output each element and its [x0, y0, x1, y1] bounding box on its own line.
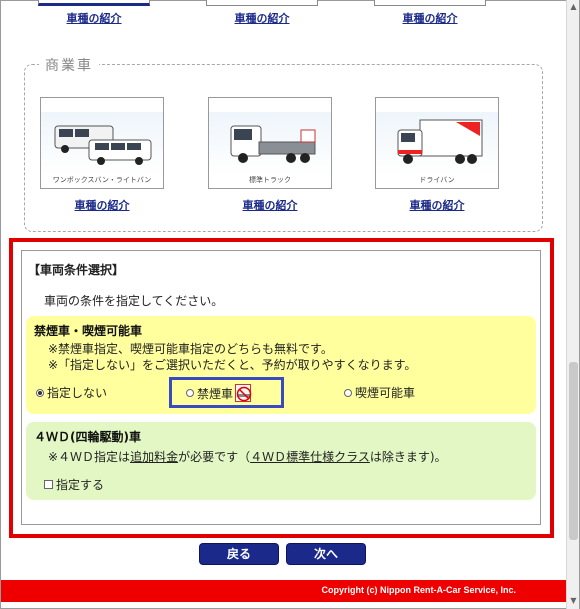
vehicle-caption: ワンボックスバン・ライトバン [52, 176, 152, 184]
vehicle-intro-link[interactable]: 車種の紹介 [40, 197, 164, 213]
vehicle-intro-link[interactable]: 車種の紹介 [208, 197, 332, 213]
footer: Copyright (c) Nippon Rent-A-Car Service,… [1, 580, 566, 602]
commercial-group-title: 商業車 [39, 55, 99, 75]
four-wd-standard-class-link[interactable]: ４ＷＤ標準仕様クラス [250, 450, 370, 464]
smoking-note-free: ※禁煙車指定、喫煙可能車指定のどちらも無料です。 [48, 342, 333, 356]
smoking-heading: 禁煙車・喫煙可能車 [34, 324, 143, 338]
radio-button[interactable] [36, 388, 44, 397]
truck-image [209, 112, 331, 174]
additional-fee-link[interactable]: 追加料金 [130, 450, 178, 464]
four-wd-checkbox-row[interactable]: 指定する [44, 476, 104, 493]
four-wd-heading: ４ＷＤ(四輪駆動)車 [34, 430, 141, 444]
back-button[interactable]: 戻る [200, 544, 278, 564]
car-card-image[interactable] [38, 0, 150, 6]
vehicle-intro-link[interactable]: 車種の紹介 [375, 197, 499, 213]
van-card[interactable]: ワンボックスバン・ライトバン [40, 97, 164, 189]
dry-van-image [376, 112, 498, 174]
vertical-scrollbar[interactable]: ▲ ▼ [566, 0, 579, 609]
car-card-image[interactable] [206, 0, 318, 6]
radio-unspecified[interactable]: 指定しない [36, 384, 107, 401]
smoking-section: 禁煙車・喫煙可能車 ※禁煙車指定、喫煙可能車指定のどちらも無料です。 ※「指定し… [26, 316, 536, 414]
vehicle-caption: ドライバン [419, 176, 455, 184]
four-wd-section: ４ＷＤ(四輪駆動)車 ※４ＷＤ指定は追加料金が必要です（４ＷＤ標準仕様クラスは除… [26, 422, 536, 500]
vehicle-condition-highlight: 【車両条件選択】 車両の条件を指定してください。 禁煙車・喫煙可能車 ※禁煙車指… [9, 238, 554, 538]
vehicle-condition-panel: 【車両条件選択】 車両の条件を指定してください。 禁煙車・喫煙可能車 ※禁煙車指… [21, 250, 541, 525]
condition-description: 車両の条件を指定してください。 [44, 294, 224, 308]
vehicle-caption: 標準トラック [249, 176, 291, 184]
car-card-image[interactable] [374, 0, 486, 6]
four-wd-note-prefix: ※４ＷＤ指定は [48, 450, 131, 464]
four-wd-note-suffix: は除きます)。 [369, 450, 447, 464]
non-smoking-highlight [169, 377, 284, 408]
four-wd-note: ※４ＷＤ指定は追加料金が必要です（４ＷＤ標準仕様クラスは除きます)。 [48, 448, 447, 465]
next-button[interactable]: 次へ [287, 544, 365, 564]
commercial-vehicle-group: 商業車 ワンボックスバン・ライトバン 車種の紹介 標準トラック 車種の紹介 ドラ… [24, 55, 543, 232]
vehicle-intro-link[interactable]: 車種の紹介 [38, 10, 150, 26]
truck-card[interactable]: 標準トラック [208, 97, 332, 189]
scroll-up-icon[interactable]: ▲ [569, 2, 578, 12]
radio-label: 指定しない [47, 386, 108, 400]
van-image [41, 112, 163, 174]
four-wd-checkbox[interactable] [44, 480, 53, 489]
scroll-down-icon[interactable]: ▼ [569, 596, 578, 606]
copyright-text: Copyright (c) Nippon Rent-A-Car Service,… [321, 585, 516, 595]
radio-button[interactable] [344, 388, 352, 397]
smoking-note-unspecified: ※「指定しない」をご選択いただくと、予約が取りやすくなります。 [48, 358, 417, 372]
dry-van-card[interactable]: ドライバン [375, 97, 499, 189]
four-wd-note-mid: が必要です（ [178, 450, 251, 464]
four-wd-checkbox-label: 指定する [56, 478, 105, 492]
radio-smoking-allowed[interactable]: 喫煙可能車 [344, 384, 415, 401]
vehicle-intro-link[interactable]: 車種の紹介 [206, 10, 318, 26]
scroll-thumb[interactable] [569, 362, 578, 540]
radio-label: 喫煙可能車 [355, 386, 416, 400]
condition-title: 【車両条件選択】 [28, 263, 125, 277]
vehicle-intro-link[interactable]: 車種の紹介 [374, 10, 486, 26]
top-card-row: 車種の紹介 車種の紹介 車種の紹介 [38, 0, 538, 30]
